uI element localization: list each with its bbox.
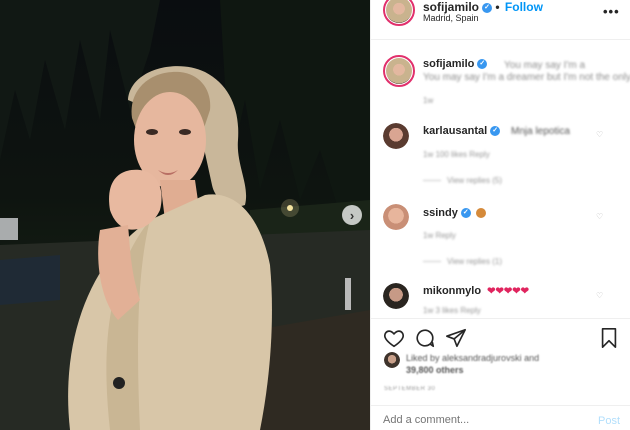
- post-side-panel: sofijamilo ✓ • Follow Madrid, Spain ••• s…: [370, 0, 630, 430]
- caption-avatar[interactable]: [383, 55, 415, 87]
- comment-3-username[interactable]: mikonmylo: [423, 285, 481, 297]
- comment-1-username[interactable]: karlausantal: [423, 125, 487, 137]
- comment-3-line: mikonmylo ❤❤❤❤❤: [423, 285, 529, 297]
- comment-2-line: ssindy ✓: [423, 207, 486, 219]
- caption-text-line1: You may say I'm a: [504, 60, 586, 71]
- follow-button[interactable]: Follow: [505, 0, 543, 14]
- comment-2-username[interactable]: ssindy: [423, 207, 458, 219]
- share-icon[interactable]: [445, 327, 467, 354]
- post-header: sofijamilo ✓ • Follow Madrid, Spain •••: [371, 0, 630, 40]
- liker-avatar[interactable]: [384, 352, 400, 368]
- comment-avatar[interactable]: [383, 283, 409, 309]
- caption-text: You may say I'm a dreamer but I'm not th…: [423, 72, 630, 83]
- comment-avatar[interactable]: [383, 204, 409, 230]
- caption-username-line: sofijamilo ✓: [423, 58, 488, 70]
- verified-icon: ✓: [482, 2, 493, 13]
- comment-1-replies[interactable]: View replies (5): [423, 176, 502, 185]
- comment-3-meta[interactable]: 1w 3 likes Reply: [423, 306, 481, 315]
- bookmark-icon[interactable]: [599, 327, 619, 354]
- comment-2-replies[interactable]: View replies (1): [423, 257, 502, 266]
- next-photo-button[interactable]: ›: [342, 205, 362, 225]
- comment-1-line: karlausantal ✓: [423, 125, 501, 137]
- author-avatar[interactable]: [383, 0, 415, 26]
- comment-icon[interactable]: [414, 327, 436, 354]
- author-line: sofijamilo ✓ • Follow: [423, 0, 543, 14]
- comment-like-icon[interactable]: ♡: [596, 212, 603, 221]
- caption-age: 1w: [423, 96, 434, 105]
- likes-line2: 39,800 others: [406, 365, 464, 375]
- caption-username[interactable]: sofijamilo: [423, 58, 474, 70]
- comment-like-icon[interactable]: ♡: [596, 291, 603, 300]
- add-comment-input[interactable]: [383, 414, 563, 426]
- author-username[interactable]: sofijamilo: [423, 0, 479, 14]
- post-date: SEPTEMBER 30: [384, 386, 436, 392]
- comment-avatar[interactable]: [383, 123, 409, 149]
- post-photo[interactable]: ›: [0, 0, 370, 430]
- comment-1-text: Mnja lepotica: [511, 126, 570, 137]
- add-comment-bar: Post: [371, 405, 630, 430]
- comment-3-text: ❤❤❤❤❤: [487, 286, 530, 297]
- comment-like-icon[interactable]: ♡: [596, 130, 603, 139]
- likes-summary[interactable]: Liked by aleksandradjurovski and 39,800 …: [406, 352, 539, 376]
- heart-icon[interactable]: [383, 327, 405, 354]
- comment-2-meta[interactable]: 1w Reply: [423, 231, 456, 240]
- emoji-icon: [475, 208, 486, 219]
- verified-icon: ✓: [477, 59, 488, 70]
- more-dots-icon[interactable]: •••: [603, 4, 620, 19]
- verified-icon: ✓: [460, 208, 471, 219]
- likes-line1: Liked by aleksandradjurovski and: [406, 353, 540, 363]
- post-location[interactable]: Madrid, Spain: [423, 13, 479, 23]
- comment-1-meta[interactable]: 1w 100 likes Reply: [423, 150, 490, 159]
- photo-scene: [0, 0, 370, 430]
- verified-icon: ✓: [490, 126, 501, 137]
- post-comment-button[interactable]: Post: [598, 415, 620, 427]
